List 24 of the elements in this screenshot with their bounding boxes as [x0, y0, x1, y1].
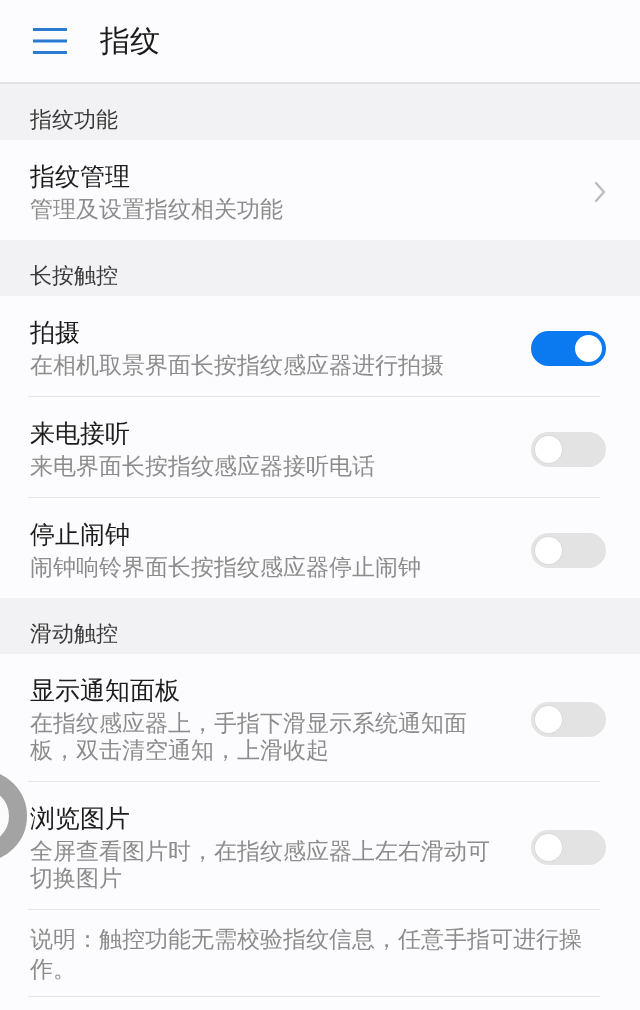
toggle-switch[interactable]: [531, 532, 606, 568]
section-header: 长按触控: [0, 240, 640, 296]
toggle-switch[interactable]: [531, 830, 606, 865]
setting-description: 来电界面长按指纹感应器接听电话: [30, 453, 375, 480]
toggle-switch[interactable]: [531, 330, 606, 366]
toggle-switch[interactable]: [531, 702, 606, 737]
setting-description: 管理及设置指纹相关功能: [30, 196, 283, 223]
section-header: 指纹功能: [0, 84, 640, 140]
setting-description: 在相机取景界面长按指纹感应器进行拍摄: [30, 352, 444, 379]
page-title: 指纹: [100, 22, 160, 60]
chevron-right-icon: [594, 181, 606, 203]
toggle-switch[interactable]: [531, 431, 606, 467]
setting-title: 浏览图片: [30, 803, 130, 835]
setting-title: 显示通知面板: [30, 675, 180, 707]
setting-description: 闹钟响铃界面长按指纹感应器停止闹钟: [30, 554, 421, 581]
setting-title: 停止闹钟: [30, 519, 130, 551]
section-header: 滑动触控: [0, 598, 640, 654]
setting-description: 在指纹感应器上，手指下滑显示系统通知面板，双击清空通知，上滑收起: [30, 710, 468, 764]
setting-title: 指纹管理: [30, 161, 130, 193]
setting-title: 拍摄: [30, 317, 80, 349]
note-text: 说明：触控功能无需校验指纹信息，任意手指可进行操作。: [30, 925, 583, 984]
setting-description: 全屏查看图片时，在指纹感应器上左右滑动可切换图片: [30, 838, 490, 892]
setting-title: 来电接听: [30, 418, 130, 450]
menu-icon[interactable]: [33, 28, 67, 54]
